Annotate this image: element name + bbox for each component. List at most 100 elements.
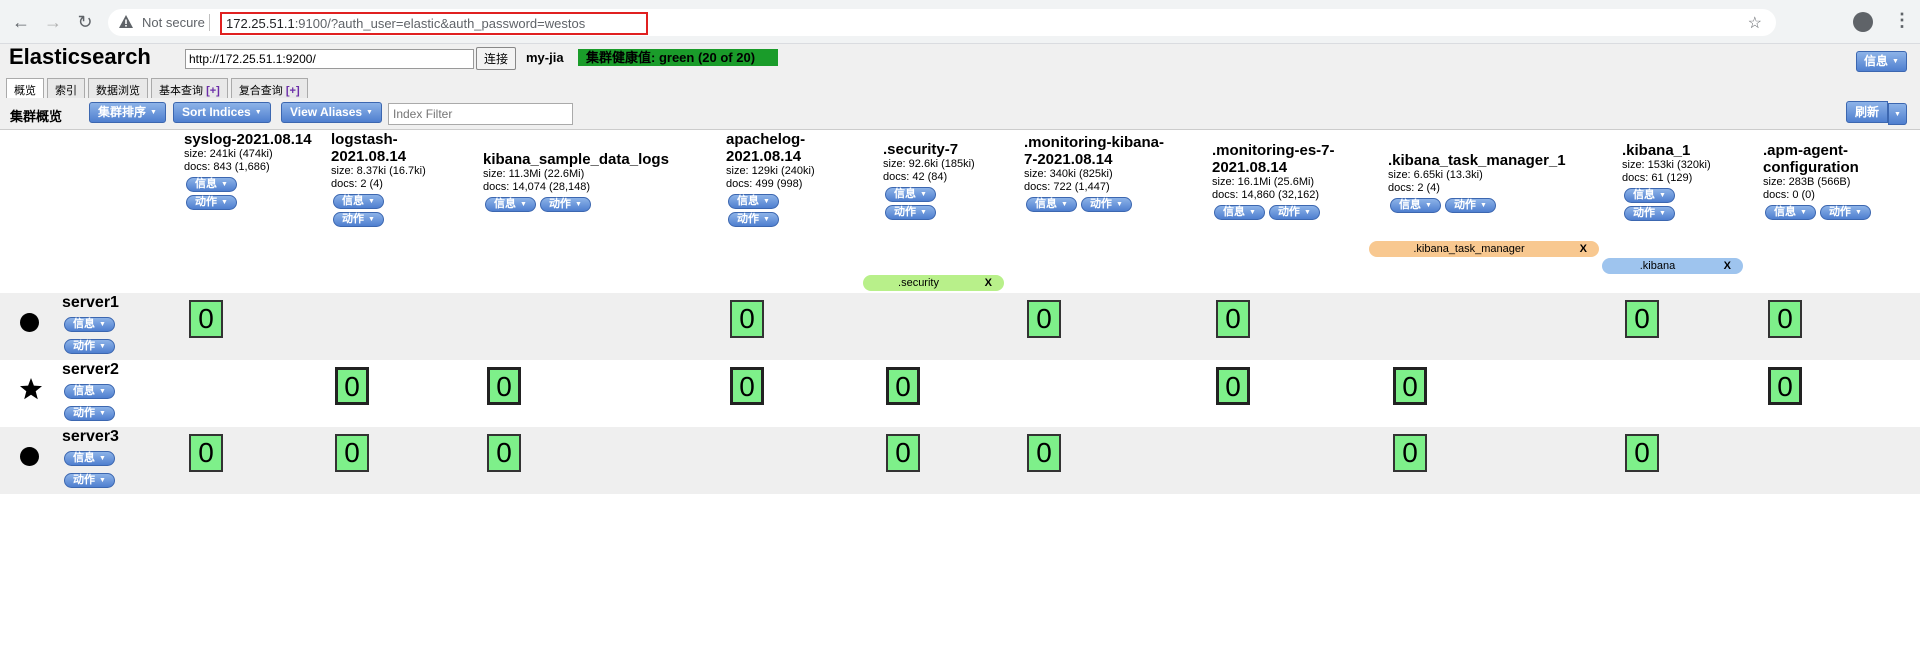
tab-browser[interactable]: 数据浏览 [88,78,148,98]
node-action-button[interactable]: 动作 ▼ [64,339,115,354]
index-name[interactable]: .kibana_task_manager_1 [1388,152,1588,169]
shard-box[interactable]: 0 [1768,300,1802,338]
shard-box[interactable]: 0 [189,434,223,472]
chevron-down-icon: ▼ [221,181,228,188]
shard-box[interactable]: 0 [1393,434,1427,472]
address-bar[interactable]: Not secure 172.25.51.1:9100/?auth_user=e… [108,9,1776,36]
tab-compound-query[interactable]: 复合查询 [+] [230,78,308,98]
alias-bar-security[interactable]: .security X [863,275,1004,291]
index-docs: docs: 42 (84) [883,171,948,183]
tab-overview[interactable]: 概览 [6,78,44,98]
shard-box[interactable]: 0 [1768,367,1802,405]
action-label: 动作 [73,340,95,352]
sort-cluster-button[interactable]: 集群排序 ▼ [89,102,166,123]
index-action-button[interactable]: 动作 ▼ [333,212,384,227]
index-name[interactable]: .apm-agent-configuration [1763,142,1913,176]
shard-box[interactable]: 0 [335,434,369,472]
alias-bar-kibana-task-manager[interactable]: .kibana_task_manager X [1369,241,1599,257]
index-action-button[interactable]: 动作 ▼ [1444,198,1496,213]
menu-kebab-icon[interactable]: ⋮ [1893,10,1911,31]
url-text[interactable]: 172.25.51.1:9100/?auth_user=elastic&auth… [226,16,585,31]
refresh-button[interactable]: 刷新 [1846,101,1889,123]
index-info-button[interactable]: 信息 ▼ [1214,205,1265,220]
index-info-button[interactable]: 信息 ▼ [885,187,936,202]
alias-close-icon[interactable]: X [1580,241,1587,257]
alias-bar-kibana[interactable]: .kibana X [1602,258,1743,274]
index-action-button[interactable]: 动作 ▼ [539,197,591,212]
shard-box[interactable]: 0 [886,434,920,472]
shard-box[interactable]: 0 [1625,300,1659,338]
shard-box[interactable]: 0 [487,434,521,472]
index-info-button[interactable]: 信息 ▼ [186,177,237,192]
bookmark-star-icon[interactable]: ☆ [1748,13,1762,33]
node-info-button[interactable]: 信息 ▼ [64,317,115,332]
tab-basic-query[interactable]: 基本查询 [+] [151,78,228,98]
node-name[interactable]: server3 [62,428,119,446]
index-size: size: 6.65ki (13.3ki) [1388,169,1483,181]
shard-box[interactable]: 0 [1625,434,1659,472]
index-action-button[interactable]: 动作 ▼ [1819,205,1871,220]
shard-box[interactable]: 0 [886,367,920,405]
index-info-button[interactable]: 信息 ▼ [485,197,536,212]
index-name[interactable]: logstash-2021.08.14 [331,131,466,165]
index-name[interactable]: kibana_sample_data_logs [483,151,693,168]
index-action-button[interactable]: 动作 ▼ [885,205,936,220]
action-label: 动作 [195,196,217,208]
index-action-button[interactable]: 动作 ▼ [1268,205,1320,220]
index-docs: docs: 14,860 (32,162) [1212,189,1320,201]
node-name[interactable]: server1 [62,294,119,312]
index-info-button[interactable]: 信息 ▼ [1765,205,1816,220]
connect-button[interactable]: 连接 [476,47,516,70]
cluster-name: my-jia [526,50,564,65]
info-label: 信息 [342,195,364,207]
index-action-button[interactable]: 动作 ▼ [1080,197,1132,212]
shard-box[interactable]: 0 [1393,367,1427,405]
index-name[interactable]: .security-7 [883,141,1003,158]
index-action-button[interactable]: 动作 ▼ [728,212,779,227]
profile-avatar-icon[interactable] [1853,12,1873,32]
alias-close-icon[interactable]: X [1724,258,1731,274]
back-icon[interactable]: ← [9,10,33,34]
node-action-button[interactable]: 动作 ▼ [64,406,115,421]
index-info-button[interactable]: 信息 ▼ [333,194,384,209]
shard-box[interactable]: 0 [487,367,521,405]
reload-icon[interactable]: ↻ [73,10,97,34]
forward-icon[interactable]: → [41,10,65,34]
shard-box[interactable]: 0 [1027,434,1061,472]
tab-indices[interactable]: 索引 [47,78,85,98]
node-info-button[interactable]: 信息 ▼ [64,451,115,466]
chevron-down-icon: ▼ [920,191,927,198]
shard-box[interactable]: 0 [1216,367,1250,405]
index-name[interactable]: .kibana_1 [1622,142,1732,159]
node-info-button[interactable]: 信息 ▼ [64,384,115,399]
index-info-button[interactable]: 信息 ▼ [1624,188,1675,203]
index-action-button[interactable]: 动作 ▼ [1624,206,1675,221]
index-filter-input[interactable] [388,103,573,125]
shard-box[interactable]: 0 [189,300,223,338]
shard-box[interactable]: 0 [1027,300,1061,338]
node-action-button[interactable]: 动作 ▼ [64,473,115,488]
chevron-down-icon: ▼ [1479,202,1487,209]
shard-box[interactable]: 0 [335,367,369,405]
index-name[interactable]: .monitoring-kibana-7-2021.08.14 [1024,134,1174,168]
shard-box[interactable]: 0 [730,300,764,338]
index-action-button[interactable]: 动作 ▼ [186,195,237,210]
index-name[interactable]: .monitoring-es-7-2021.08.14 [1212,142,1362,176]
connect-url-input[interactable] [185,49,474,69]
security-label[interactable]: Not secure [142,15,205,30]
index-name[interactable]: apachelog-2021.08.14 [726,131,851,165]
index-info-button[interactable]: 信息 ▼ [1026,197,1077,212]
shard-box[interactable]: 0 [730,367,764,405]
index-info-button[interactable]: 信息 ▼ [728,194,779,209]
node-name[interactable]: server2 [62,361,119,379]
shard-box[interactable]: 0 [1216,300,1250,338]
index-column: apachelog-2021.08.14 size: 129ki (240ki)… [726,131,851,229]
info-menu-button[interactable]: 信息 ▼ [1856,51,1907,72]
sort-indices-button[interactable]: Sort Indices ▼ [173,102,271,123]
refresh-interval-dropdown[interactable]: ▼ [1888,103,1907,125]
index-name[interactable]: syslog-2021.08.14 [184,131,319,148]
alias-close-icon[interactable]: X [985,275,992,291]
view-aliases-button[interactable]: View Aliases ▼ [281,102,382,123]
index-info-button[interactable]: 信息 ▼ [1390,198,1441,213]
chevron-down-icon: ▼ [366,109,373,116]
